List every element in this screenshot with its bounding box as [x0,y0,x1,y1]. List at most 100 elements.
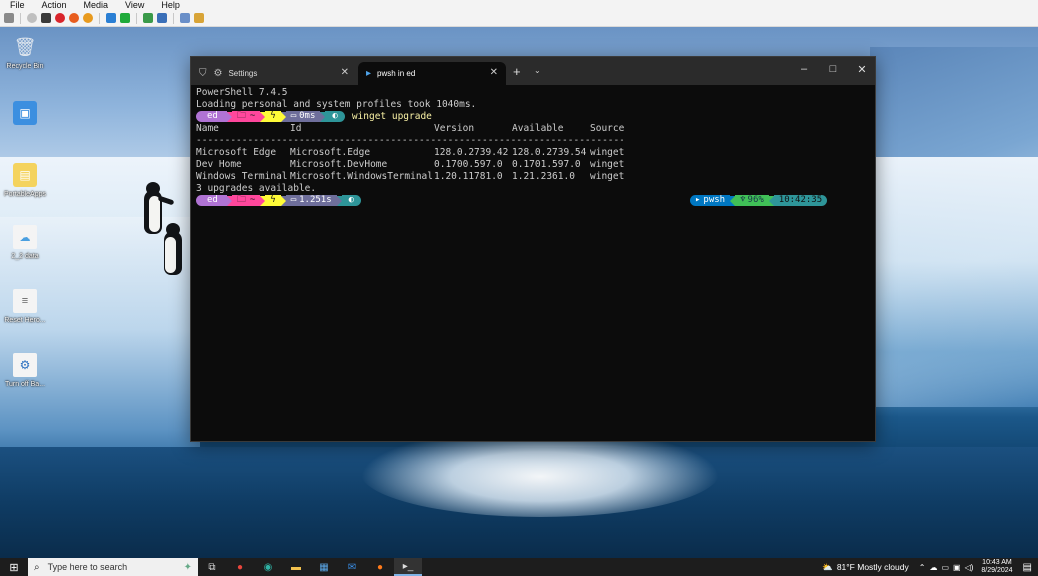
column-header: Version [434,123,475,134]
notification-icon[interactable]: ▤ [1023,562,1032,573]
prompt-git-segment: ϟ [265,195,281,206]
menu-file[interactable]: File [10,0,25,10]
terminal-titlebar[interactable]: ⛉ ⚙ Settings ✕ ▸ pwsh in ed ✕ + ⌄ – □ ✕ [191,57,875,85]
chevron-down-icon[interactable]: ⌄ [534,66,541,75]
display-icon[interactable]: ▣ [953,563,961,572]
taskbar-chrome[interactable]: ● [226,558,254,576]
power-icon[interactable] [69,13,79,23]
prompt-status-segment: ◐ [325,111,345,122]
menu-help[interactable]: Help [161,0,180,10]
prompt-exectime-segment: ▭ 1.251s [285,195,337,206]
chrome-icon: ● [236,561,244,573]
desktop-icon-data-file[interactable]: ☁ 2_2 data [2,225,48,260]
prompt-line: ed 🗀 ~ ϟ ▭ 1.251s ◐ [196,195,362,206]
menu-media[interactable]: Media [84,0,109,10]
taskbar-firefox[interactable]: ● [366,558,394,576]
network-icon[interactable]: ▭ [941,563,949,572]
taskbar-edge[interactable]: ◉ [254,558,282,576]
menu-action[interactable]: Action [42,0,67,10]
taskbar-file-explorer[interactable]: ▬ [282,558,310,576]
typed-command: winget upgrade [351,111,432,122]
shortcut-icon: ⚙ [13,353,37,377]
file-icon: ☁ [13,225,37,249]
desktop-icon-control-panel[interactable]: ▣ [2,101,48,125]
turn-off-icon[interactable] [41,13,51,23]
penguin-image [160,223,186,283]
taskbar-store[interactable]: ▦ [310,558,338,576]
document-icon: ≡ [13,289,37,313]
clock[interactable]: 10:43 AM 8/29/2024 [981,559,1012,575]
bolt-icon: ϟ [270,111,276,121]
onedrive-icon[interactable]: ☁ [929,563,937,572]
close-button[interactable]: ✕ [855,63,869,76]
timer-icon: ▭ [290,111,297,121]
task-view-button[interactable]: ⧉ [198,558,226,576]
desktop-icon-label: Reset Hero... [4,317,46,324]
desktop-icon-reset-hero[interactable]: ≡ Reset Hero... [2,289,48,324]
column-header: Source [590,123,625,134]
timer-icon: ▭ [290,195,297,205]
folder-icon: 🗀 [236,195,246,205]
output-line: Loading personal and system profiles too… [196,99,477,110]
weather-text: 81°F Mostly cloudy [836,562,909,572]
toolbar-divider [20,12,21,24]
save-icon[interactable] [83,13,93,23]
prompt-path-segment: 🗀 ~ [231,111,261,122]
enhanced-session-icon[interactable] [180,13,190,23]
folder-icon: ▬ [291,561,301,573]
folder-icon: 🗀 [236,111,246,121]
tab-label: Settings [228,69,258,78]
powershell-icon: ▸ [366,68,372,79]
prompt-git-segment: ϟ [265,111,281,122]
volume-icon[interactable]: ◁) [965,563,974,572]
new-tab-button[interactable]: + [513,64,521,79]
terminal-window[interactable]: ⛉ ⚙ Settings ✕ ▸ pwsh in ed ✕ + ⌄ – □ ✕ … [190,56,876,442]
column-header: Available [512,123,564,134]
taskbar-mail[interactable]: ✉ [338,558,366,576]
revert-icon[interactable] [157,13,167,23]
upgrade-summary: 3 upgrades available. [196,183,317,194]
prompt-exectime-segment: ▭ 0ms [285,111,321,122]
minimize-button[interactable]: – [797,63,811,75]
close-tab-icon[interactable]: ✕ [341,67,349,78]
status-ok-icon: ◐ [332,111,338,121]
taskbar-terminal[interactable]: ▸_ [394,558,422,576]
cloud-sun-icon: ⛅ [822,561,833,572]
desktop-icon-label: Recycle Bin [6,63,44,70]
mail-icon: ✉ [347,561,357,573]
table-row: Windows Terminal Microsoft.WindowsTermin… [196,171,625,182]
chevron-up-icon[interactable]: ⌃ [919,563,926,572]
terminal-output[interactable]: PowerShell 7.4.5 Loading personal and sy… [196,87,872,437]
store-icon: ▦ [319,561,329,573]
desktop-icon-recycle-bin[interactable]: 🗑 Recycle Bin [2,35,48,71]
weather-widget[interactable]: ⛅ 81°F Mostly cloudy [822,562,909,573]
resume-icon[interactable] [120,13,130,23]
taskbar-search[interactable]: ⌕ Type here to search ✦ [28,558,198,576]
share-icon[interactable] [194,13,204,23]
start-vm-icon[interactable] [27,13,37,23]
pause-icon[interactable] [106,13,116,23]
desktop-icon-label: Turn off Ba... [4,381,46,388]
prompt-time-segment: 10:42:35 [773,195,828,206]
close-tab-icon[interactable]: ✕ [490,67,498,78]
search-icon: ⌕ [34,561,40,573]
prompt-user-segment: ed [196,195,227,206]
tab-pwsh[interactable]: ▸ pwsh in ed ✕ [358,62,506,85]
start-button[interactable]: ⊞ [0,558,28,576]
desktop-icon-turn-off[interactable]: ⚙ Turn off Ba... [2,353,48,388]
table-separator: ----------------------------------------… [196,135,623,146]
toolbar-divider [136,12,137,24]
shutdown-icon[interactable] [55,13,65,23]
output-line: PowerShell 7.4.5 [196,87,288,98]
terminal-icon: ▸ [695,195,701,205]
status-ok-icon: ◐ [348,195,355,205]
tab-settings[interactable]: ⛉ ⚙ Settings ✕ [191,62,357,85]
prompt-shell-segment: ▸ pwsh [690,195,731,206]
desktop-icon-portableapps[interactable]: ▤ PortableApps [2,163,48,198]
checkpoint-icon[interactable] [143,13,153,23]
search-placeholder: Type here to search [47,562,128,572]
menu-view[interactable]: View [125,0,144,10]
maximize-button[interactable]: □ [826,63,840,75]
host-menubar: File Action Media View Help [0,0,1038,10]
ctrl-alt-del-icon[interactable] [4,13,14,23]
